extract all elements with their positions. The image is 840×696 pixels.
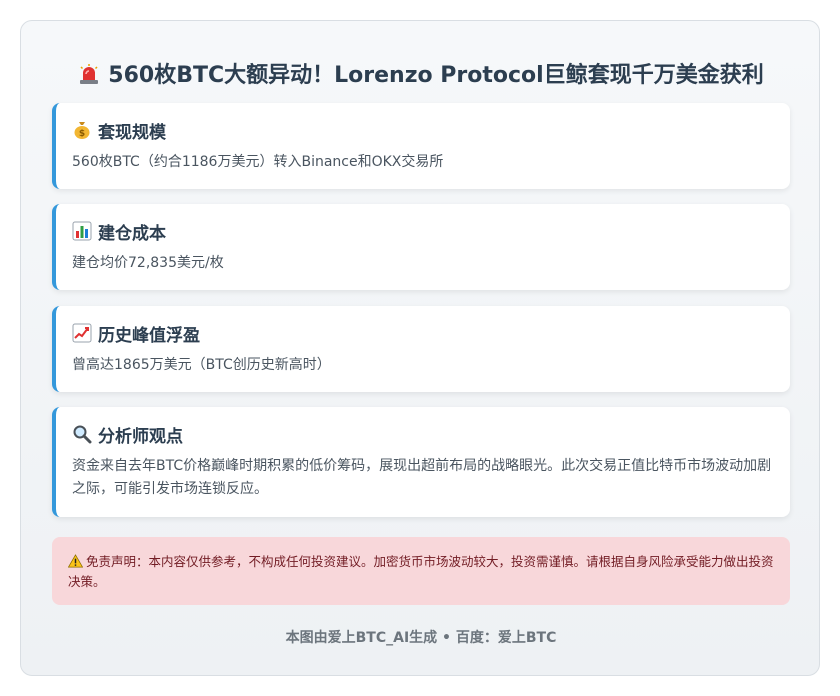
card-peak-floating-profit: 历史峰值浮盈 曾高达1865万美元（BTC创历史新高时） [52,306,790,392]
card-body: 曾高达1865万美元（BTC创历史新高时） [72,357,331,373]
card-heading: 建仓成本 [98,223,166,244]
disclaimer-box: 免责声明：本内容仅供参考，不构成任何投资建议。加密货币市场波动较大，投资需谨慎。… [52,537,790,605]
card-heading: 分析师观点 [98,426,183,447]
disclaimer-text: 免责声明：本内容仅供参考，不构成任何投资建议。加密货币市场波动较大，投资需谨慎。… [68,554,774,589]
bar-chart-icon [72,221,92,241]
trend-up-icon [72,323,92,343]
siren-icon [80,64,99,84]
warning-icon [68,554,83,568]
infographic-panel: 560枚BTC大额异动！Lorenzo Protocol巨鲸套现千万美金获利 $… [20,20,820,676]
card-analyst-view: 分析师观点 资金来自去年BTC价格巅峰时期积累的低价筹码，展现出超前布局的战略眼… [52,407,790,517]
svg-text:$: $ [79,129,85,139]
card-body: 560枚BTC（约合1186万美元）转入Binance和OKX交易所 [72,154,444,170]
page-title: 560枚BTC大额异动！Lorenzo Protocol巨鲸套现千万美金获利 [21,57,821,89]
card-heading: 历史峰值浮盈 [98,325,200,346]
card-cash-out-scale: $ 套现规模 560枚BTC（约合1186万美元）转入Binance和OKX交易… [52,103,790,189]
money-bag-icon: $ [74,122,90,139]
card-body: 资金来自去年BTC价格巅峰时期积累的低价筹码，展现出超前布局的战略眼光。此次交易… [72,458,772,497]
card-body: 建仓均价72,835美元/枚 [72,255,224,271]
page-title-text: 560枚BTC大额异动！Lorenzo Protocol巨鲸套现千万美金获利 [108,63,764,88]
card-position-cost: 建仓成本 建仓均价72,835美元/枚 [52,204,790,290]
footer-credit: 本图由爱上BTC_AI生成 • 百度：爱上BTC [285,630,557,646]
card-heading: 套现规模 [98,122,166,143]
magnifier-icon [73,425,92,444]
